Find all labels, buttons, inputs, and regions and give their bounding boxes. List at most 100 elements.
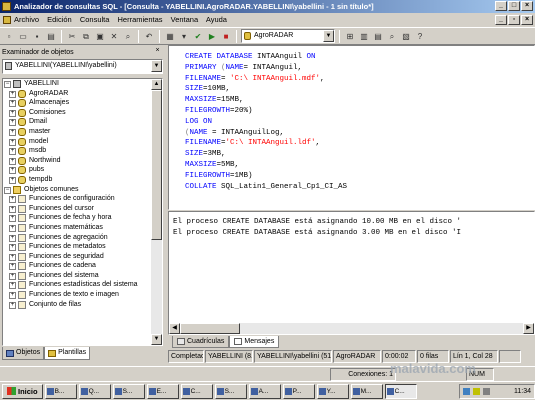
doc-restore-button[interactable]: ▫ [508, 15, 520, 25]
tree-item-function-group[interactable]: + Funciones del sistema [3, 271, 152, 281]
save-icon[interactable]: ▪ [31, 30, 43, 42]
undo-icon[interactable]: ↶ [143, 30, 155, 42]
trace-icon[interactable]: ▥ [358, 30, 370, 42]
expand-icon[interactable]: + [9, 90, 16, 98]
execute-icon[interactable]: ▶ [206, 30, 218, 42]
execution-plan-icon[interactable]: ⊞ [344, 30, 356, 42]
menu-ventana[interactable]: Ventana [171, 15, 199, 24]
open-icon[interactable]: ▭ [17, 30, 29, 42]
parse-check-icon[interactable]: ✔ [192, 30, 204, 42]
menu-herramientas[interactable]: Herramientas [118, 15, 163, 24]
taskbar-button[interactable]: Q... [78, 383, 111, 399]
find-icon[interactable]: ⌕ [122, 30, 134, 42]
maximize-button[interactable]: □ [508, 1, 520, 11]
vertical-scrollbar[interactable]: ▲ ▼ [151, 79, 162, 345]
expand-icon[interactable]: + [9, 272, 16, 280]
tab-mensajes[interactable]: Mensajes [229, 336, 280, 348]
menu-ayuda[interactable]: Ayuda [206, 15, 227, 24]
expand-icon[interactable]: + [9, 253, 16, 261]
chevron-down-icon[interactable]: ▼ [323, 30, 334, 42]
tree-item-function-group[interactable]: + Funciones de texto e imagen [3, 290, 152, 300]
doc-close-button[interactable]: × [521, 15, 533, 25]
expand-icon[interactable]: + [9, 263, 16, 271]
tab-objetos[interactable]: Objetos [2, 347, 45, 360]
document-icon[interactable] [3, 16, 11, 24]
tree-item-database[interactable]: + model [3, 137, 152, 147]
tray-app-icon[interactable] [483, 387, 490, 395]
close-icon[interactable]: × [153, 47, 162, 56]
collapse-icon[interactable]: − [4, 186, 11, 194]
tree-item-database[interactable]: + Dmail [3, 117, 152, 127]
menu-consulta[interactable]: Consulta [80, 15, 110, 24]
expand-icon[interactable]: + [9, 224, 16, 232]
collapse-icon[interactable]: − [4, 81, 11, 88]
expand-icon[interactable]: + [9, 119, 16, 127]
expand-icon[interactable]: + [9, 109, 16, 117]
tree-item-function-group[interactable]: + Funciones de cadena [3, 261, 152, 271]
help-icon[interactable]: ? [414, 30, 426, 42]
tree-item-database[interactable]: + Almacenajes [3, 98, 152, 108]
minimize-button[interactable]: _ [495, 1, 507, 11]
stop-icon[interactable]: ■ [220, 30, 232, 42]
object-search-icon[interactable]: ⌕ [386, 30, 398, 42]
tree-item-function-group[interactable]: + Funciones de metadatos [3, 242, 152, 252]
server-select[interactable]: YABELLINI(YABELLINI\yabellini) ▼ [2, 59, 163, 74]
expand-icon[interactable]: + [9, 176, 16, 184]
tree-item-database[interactable]: + AgroRADAR [3, 89, 152, 99]
expand-icon[interactable]: + [9, 282, 16, 290]
taskbar-button[interactable]: A... [248, 383, 281, 399]
tree-item-database[interactable]: + master [3, 127, 152, 137]
expand-icon[interactable]: + [9, 234, 16, 242]
expand-icon[interactable]: + [9, 148, 16, 156]
taskbar-button[interactable]: S... [214, 383, 247, 399]
expand-icon[interactable]: + [9, 167, 16, 175]
doc-minimize-button[interactable]: _ [495, 15, 507, 25]
scroll-right-button[interactable]: ▶ [523, 323, 534, 334]
menu-archivo[interactable]: Archivo [14, 15, 39, 24]
scroll-thumb[interactable] [180, 323, 240, 334]
taskbar-button[interactable]: Y... [316, 383, 349, 399]
horizontal-scrollbar[interactable]: ◀ ▶ [169, 323, 534, 334]
expand-icon[interactable]: + [9, 292, 16, 300]
volume-icon[interactable] [473, 387, 480, 395]
expand-icon[interactable]: + [9, 205, 16, 213]
tree-item-function-group[interactable]: + Funciones de agregación [3, 233, 152, 243]
tab-cuadriculas[interactable]: Cuadrículas [172, 336, 230, 348]
paste-icon[interactable]: ▣ [94, 30, 106, 42]
grid-results-icon[interactable]: ▦ [164, 30, 176, 42]
taskbar-button[interactable]: B... [44, 383, 77, 399]
scroll-thumb[interactable] [151, 90, 162, 240]
expand-icon[interactable]: + [9, 196, 16, 204]
expand-icon[interactable]: + [9, 100, 16, 108]
cut-icon[interactable]: ✂ [66, 30, 78, 42]
start-button[interactable]: Inicio [2, 383, 43, 399]
dropdown-icon[interactable]: ▾ [178, 30, 190, 42]
taskbar-button[interactable]: P... [282, 383, 315, 399]
expand-icon[interactable]: + [9, 138, 16, 146]
new-query-icon[interactable]: ▫ [3, 30, 15, 42]
copy-icon[interactable]: ⧉ [80, 30, 92, 42]
object-tree[interactable]: − YABELLINI + AgroRADAR + Almacenajes + Comisio… [2, 78, 163, 346]
tree-item-database[interactable]: + tempdb [3, 175, 152, 185]
load-script-icon[interactable]: ▤ [45, 30, 57, 42]
tree-item-database[interactable]: + Northwind [3, 156, 152, 166]
object-browser-icon[interactable]: ▤ [372, 30, 384, 42]
tree-item-function-group[interactable]: + Funciones de configuración [3, 194, 152, 204]
taskbar-button[interactable]: C... [180, 383, 213, 399]
query-editor[interactable]: CREATE DATABASE INTAAnguil ON PRIMARY (NA… [168, 45, 535, 210]
tree-item-database[interactable]: + msdb [3, 146, 152, 156]
expand-icon[interactable]: + [9, 215, 16, 223]
taskbar-button[interactable]: S... [112, 383, 145, 399]
expand-icon[interactable]: + [9, 128, 16, 136]
scroll-down-button[interactable]: ▼ [151, 334, 162, 345]
properties-icon[interactable]: ▧ [400, 30, 412, 42]
tree-item-function-group[interactable]: + Funciones matemáticas [3, 223, 152, 233]
taskbar-button[interactable]: E... [146, 383, 179, 399]
tree-item-function-group[interactable]: + Funciones de fecha y hora [3, 213, 152, 223]
expand-icon[interactable]: + [9, 157, 16, 165]
expand-icon[interactable]: + [9, 301, 16, 309]
database-select[interactable]: AgroRADAR ▼ [241, 29, 335, 43]
clear-icon[interactable]: ✕ [108, 30, 120, 42]
tree-item-function-group[interactable]: + Funciones del cursor [3, 204, 152, 214]
tree-item-function-group[interactable]: + Conjunto de filas [3, 300, 152, 310]
